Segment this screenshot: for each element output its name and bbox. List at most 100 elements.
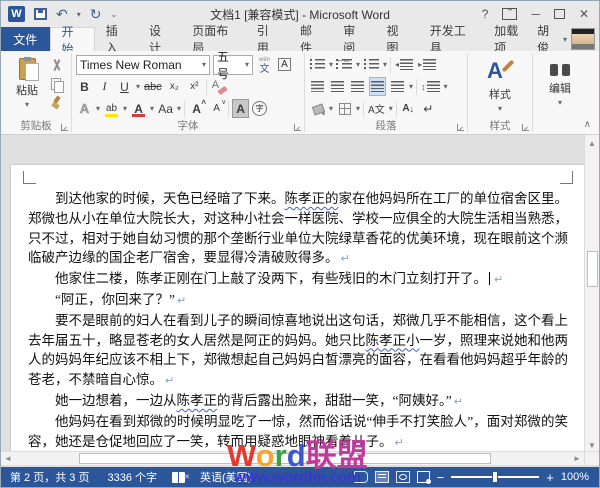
paste-button[interactable]: 粘贴 ▾ <box>5 54 49 120</box>
change-case-dropdown-icon[interactable]: ▾ <box>177 104 181 113</box>
doc-paragraph[interactable]: 他妈妈在看到郑微的时候明显吃了一惊，然而俗话说“伸手不打笑脸人”，面对郑微的笑容… <box>28 412 568 453</box>
multilevel-list-icon[interactable] <box>364 59 379 70</box>
subscript-button[interactable]: x₂ <box>166 77 183 96</box>
decrease-indent-icon[interactable]: ◂ <box>395 59 413 70</box>
asian-layout-icon[interactable]: A文 <box>367 99 386 118</box>
minimize-icon[interactable]: ─ <box>531 7 540 21</box>
help-icon[interactable]: ? <box>482 7 489 21</box>
read-mode-icon[interactable] <box>354 471 368 483</box>
doc-paragraph[interactable]: 要不是眼前的妇人在看到儿子的瞬间惊喜地说出这句话，郑微几乎不能相信，这个看上去年… <box>28 311 568 391</box>
underline-dropdown-icon[interactable]: ▾ <box>136 82 140 91</box>
proofing-errors-icon[interactable] <box>172 472 185 483</box>
text-effects-icon[interactable]: A <box>76 99 93 118</box>
copy-icon[interactable] <box>49 77 65 92</box>
horizontal-scrollbar[interactable]: ◄ ► <box>1 451 584 465</box>
shrink-font-button[interactable]: A <box>208 99 225 118</box>
editing-dropdown-icon[interactable]: ▾ <box>558 98 562 107</box>
align-right-icon[interactable] <box>351 81 364 92</box>
zoom-slider-thumb[interactable] <box>492 471 498 483</box>
zoom-slider[interactable] <box>451 476 539 478</box>
font-name-select[interactable]: Times New Roman ▾ <box>76 55 210 75</box>
word-count[interactable]: 3336 个字 <box>98 469 166 485</box>
tab-审阅[interactable]: 审阅 <box>332 27 375 51</box>
paragraph-dialog-launcher-icon[interactable] <box>457 124 464 131</box>
increase-indent-icon[interactable]: ▸ <box>418 59 436 70</box>
clear-formatting-icon[interactable] <box>211 79 227 95</box>
underline-button[interactable]: U <box>116 77 133 96</box>
bold-button[interactable]: B <box>76 77 93 96</box>
styles-dialog-launcher-icon[interactable] <box>522 124 529 131</box>
qat-customize-icon[interactable]: ⌄ <box>110 10 117 19</box>
tab-file[interactable]: 文件 <box>1 27 50 51</box>
font-color-dropdown-icon[interactable]: ▾ <box>150 104 154 113</box>
borders-icon[interactable] <box>339 103 351 115</box>
justify-icon[interactable] <box>371 81 384 92</box>
document-text[interactable]: 到达他家的时候，天色已经暗了下来。陈孝正的家在他妈妈所在工厂的单位宿舍区里。郑微… <box>28 189 568 457</box>
print-layout-icon[interactable] <box>375 471 389 483</box>
font-dialog-launcher-icon[interactable] <box>294 124 301 131</box>
zoom-in-icon[interactable]: + <box>546 470 554 485</box>
show-marks-icon[interactable]: ↵ <box>420 99 437 118</box>
shading-icon[interactable] <box>311 102 325 115</box>
save-icon[interactable] <box>34 8 47 20</box>
styles-button[interactable]: 样式 ▾ <box>472 54 528 120</box>
scroll-up-icon[interactable]: ▲ <box>585 136 599 150</box>
editing-button[interactable]: 编辑 ▾ <box>537 54 583 120</box>
ribbon-display-options-icon[interactable] <box>502 8 517 20</box>
highlight-color-icon[interactable]: ab <box>103 99 120 118</box>
change-case-button[interactable]: Aa <box>157 99 174 118</box>
collapse-ribbon-icon[interactable]: ∧ <box>584 119 591 130</box>
tab-邮件[interactable]: 邮件 <box>289 27 332 51</box>
doc-paragraph[interactable]: 他家住二楼，陈孝正刚在门上敲了没两下，有些残旧的木门立刻打开了。↵ <box>28 269 568 290</box>
language-indicator[interactable]: 英语(美国) <box>191 469 260 485</box>
undo-dropdown-icon[interactable]: ▾ <box>77 10 81 19</box>
distribute-icon[interactable] <box>391 81 404 92</box>
font-size-select[interactable]: 五号 ▾ <box>213 55 253 75</box>
doc-paragraph[interactable]: “阿正，你回来了？”↵ <box>28 290 568 311</box>
record-macro-icon[interactable] <box>417 471 430 483</box>
doc-paragraph[interactable]: 她一边想着，一边从陈孝正的背后露出脸来，甜甜一笑，“阿姨好。”↵ <box>28 391 568 412</box>
text-effects-dropdown-icon[interactable]: ▾ <box>96 104 100 113</box>
scroll-down-icon[interactable]: ▼ <box>585 438 599 452</box>
clipboard-dialog-launcher-icon[interactable] <box>61 124 68 131</box>
scroll-left-icon[interactable]: ◄ <box>1 452 15 465</box>
paste-dropdown-icon[interactable]: ▾ <box>25 100 29 109</box>
italic-button[interactable]: I <box>96 77 113 96</box>
document-page[interactable]: 到达他家的时候，天色已经暗了下来。陈孝正的家在他妈妈所在工厂的单位宿舍区里。郑微… <box>11 165 585 457</box>
enclose-characters-icon[interactable]: 字 <box>252 101 267 116</box>
sort-icon[interactable]: A↓ <box>402 103 414 114</box>
vertical-scroll-thumb[interactable] <box>587 251 598 287</box>
strikethrough-button[interactable]: abc <box>143 77 163 96</box>
horizontal-scroll-thumb[interactable] <box>79 453 491 464</box>
tab-开发工具[interactable]: 开发工具 <box>419 27 483 51</box>
redo-icon[interactable]: ↻ <box>90 7 102 21</box>
zoom-out-icon[interactable]: − <box>437 470 445 485</box>
maximize-icon[interactable] <box>554 9 565 19</box>
word-logo-icon[interactable]: W <box>8 6 25 22</box>
format-painter-icon[interactable] <box>49 96 65 111</box>
tab-视图[interactable]: 视图 <box>376 27 419 51</box>
numbering-icon[interactable] <box>337 59 352 70</box>
vertical-scrollbar[interactable]: ▲ ▼ <box>584 135 599 453</box>
undo-icon[interactable]: ↶ <box>56 7 68 21</box>
tab-设计[interactable]: 设计 <box>138 27 181 51</box>
align-center-icon[interactable] <box>331 81 344 92</box>
doc-paragraph[interactable]: 到达他家的时候，天色已经暗了下来。陈孝正的家在他妈妈所在工厂的单位宿舍区里。郑微… <box>28 189 568 269</box>
styles-dropdown-icon[interactable]: ▾ <box>498 104 502 113</box>
user-avatar[interactable] <box>571 28 595 50</box>
close-icon[interactable]: ✕ <box>579 7 589 21</box>
zoom-percentage[interactable]: 100% <box>561 471 589 483</box>
character-shading-button[interactable]: A <box>232 99 249 118</box>
superscript-button[interactable]: x² <box>186 77 203 96</box>
tab-加载项[interactable]: 加载项 <box>483 27 537 51</box>
grow-font-button[interactable]: A <box>188 99 205 118</box>
align-left-icon[interactable] <box>311 81 324 92</box>
page-indicator[interactable]: 第 2 页，共 3 页 <box>1 469 98 485</box>
font-name-dropdown-icon[interactable]: ▾ <box>198 60 206 69</box>
highlight-dropdown-icon[interactable]: ▾ <box>123 104 127 113</box>
line-spacing-icon[interactable]: ↕ <box>421 81 440 92</box>
tab-插入[interactable]: 插入 <box>95 27 138 51</box>
phonetic-guide-icon[interactable]: wén文 <box>256 55 273 74</box>
scroll-right-icon[interactable]: ► <box>570 452 584 465</box>
cut-icon[interactable] <box>49 58 65 73</box>
